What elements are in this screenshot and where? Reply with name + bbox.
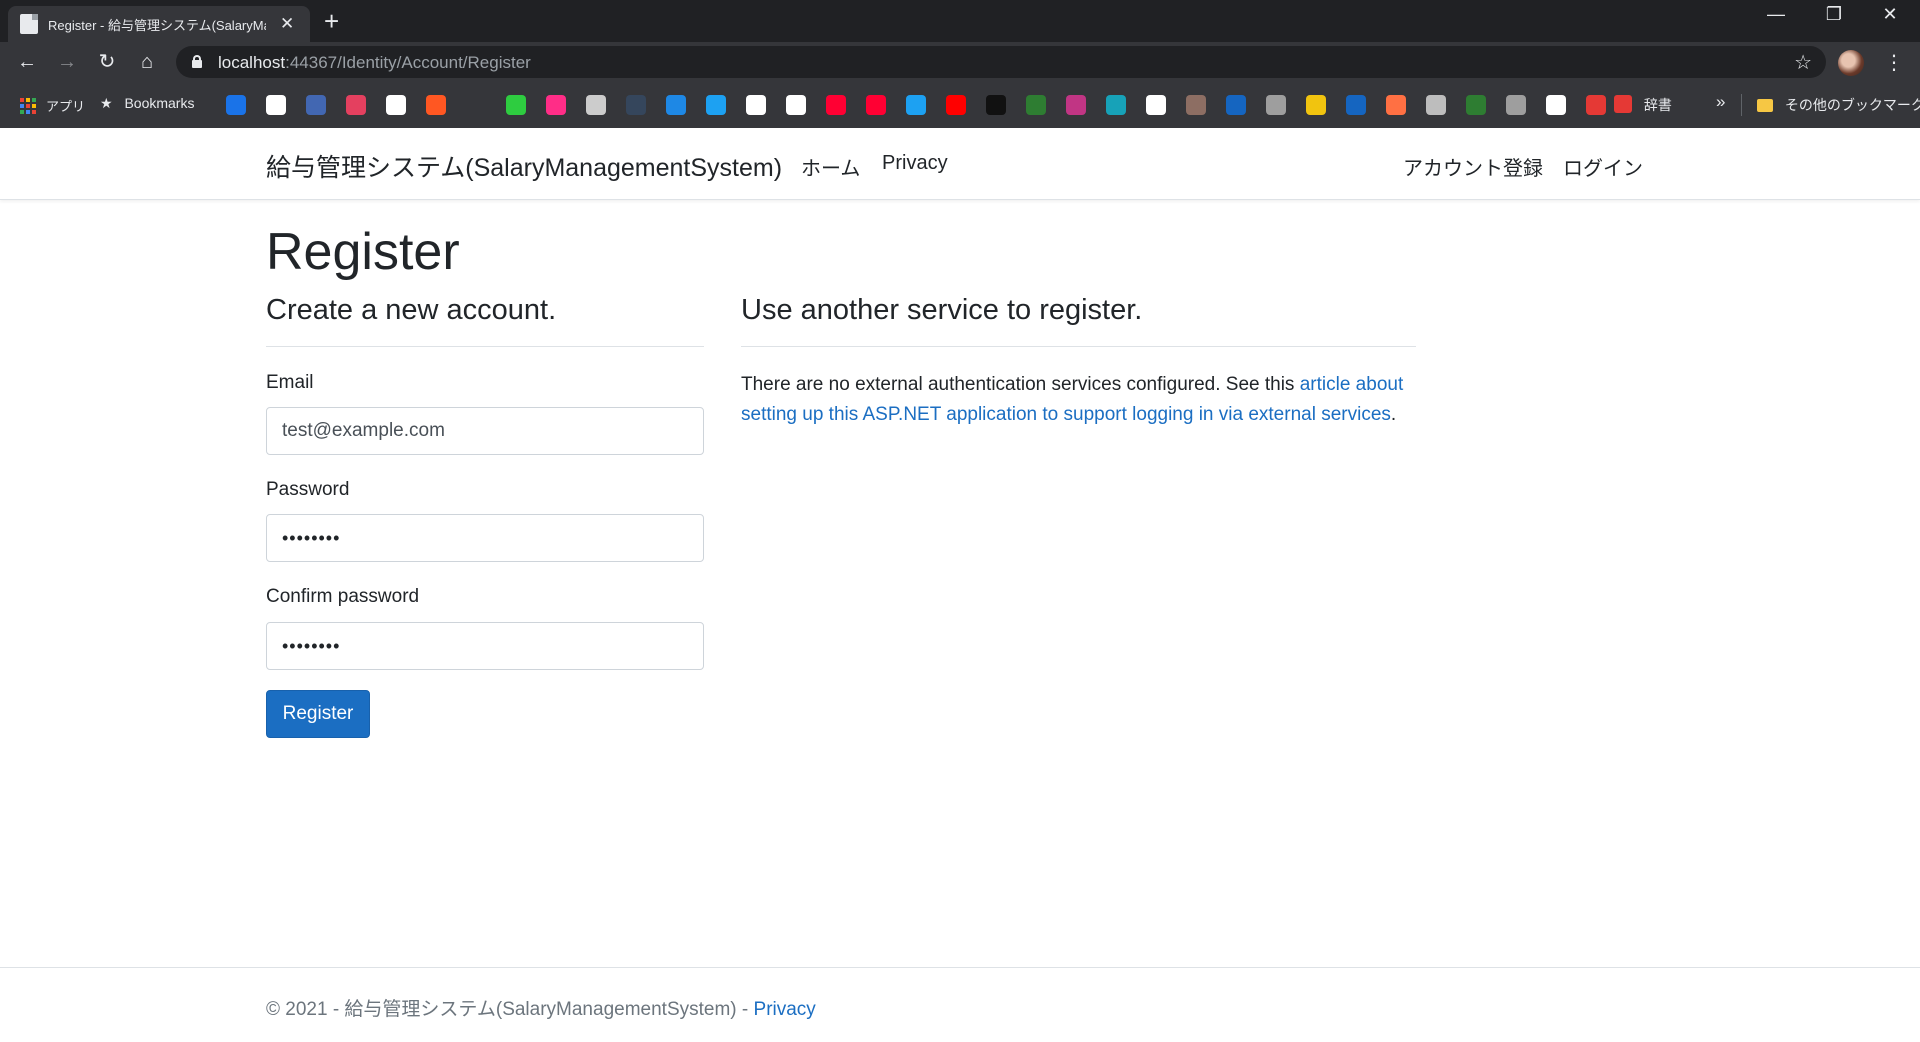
- bookmark-favicon-icon[interactable]: [586, 95, 606, 115]
- close-tab-icon[interactable]: ✕: [280, 14, 294, 34]
- page-title: Register: [266, 223, 460, 281]
- star-icon: ★: [100, 95, 113, 111]
- create-account-divider: [266, 346, 704, 347]
- bookmark-favicon-icon[interactable]: [946, 95, 966, 115]
- nav-link-login[interactable]: ログイン: [1563, 152, 1643, 181]
- email-label: Email: [266, 372, 314, 393]
- page-favicon-icon: [20, 14, 38, 34]
- bookmark-folder-label: Bookmarks: [124, 95, 195, 111]
- external-auth-text-end: .: [1390, 404, 1397, 425]
- bookmark-favicon-icon[interactable]: [1066, 95, 1086, 115]
- browser-tab-active[interactable]: Register - 給与管理システム(SalaryManagementSyst…: [8, 6, 310, 42]
- bookmark-apps[interactable]: アプリ: [20, 96, 85, 115]
- bookmark-favicon-icon[interactable]: [266, 95, 286, 115]
- footer-text: © 2021 - 給与管理システム(SalaryManagementSystem…: [266, 994, 816, 1021]
- restore-window-icon[interactable]: ❐: [1814, 4, 1854, 25]
- bookmark-favicon-icon[interactable]: [1546, 95, 1566, 115]
- bookmark-favicon-icon[interactable]: [866, 95, 886, 115]
- other-bookmarks-folder[interactable]: その他のブックマーク: [1757, 95, 1920, 115]
- bookmark-favicon-icon[interactable]: [346, 95, 366, 115]
- close-window-icon[interactable]: ✕: [1870, 4, 1910, 25]
- bookmark-dictionary[interactable]: 辞書: [1614, 95, 1672, 115]
- bookmark-favicon-icon[interactable]: [986, 95, 1006, 115]
- url-text[interactable]: localhost:44367/Identity/Account/Registe…: [218, 53, 531, 73]
- bookmark-favicon-icon[interactable]: [546, 95, 566, 115]
- bookmark-favicon-icon[interactable]: [746, 95, 766, 115]
- profile-avatar[interactable]: [1838, 50, 1864, 76]
- confirm-password-field[interactable]: ••••••••: [266, 622, 704, 670]
- bookmark-apps-label: アプリ: [46, 99, 86, 114]
- password-value: ••••••••: [282, 527, 341, 548]
- bookmark-favicon-icon[interactable]: [1026, 95, 1046, 115]
- browser-titlebar: Register - 給与管理システム(SalaryManagementSyst…: [0, 0, 1920, 42]
- bookmark-favicon-icon[interactable]: [1386, 95, 1406, 115]
- bookmark-favicon-icon[interactable]: [1106, 95, 1126, 115]
- navbar-brand[interactable]: 給与管理システム(SalaryManagementSystem): [266, 148, 782, 184]
- apps-grid-icon: [20, 97, 36, 114]
- other-bookmarks-label: その他のブックマーク: [1784, 97, 1920, 113]
- bookmark-favicon-icon[interactable]: [1346, 95, 1366, 115]
- bookmark-favicon-icon[interactable]: [306, 95, 326, 115]
- bookmark-favicon-icon[interactable]: [626, 95, 646, 115]
- minimize-window-icon[interactable]: —: [1756, 4, 1796, 25]
- bookmark-favicon-icon[interactable]: [1506, 95, 1526, 115]
- external-auth-text: There are no external authentication ser…: [741, 374, 1300, 395]
- email-value: test@example.com: [282, 420, 445, 441]
- bookmarks-overflow-button[interactable]: »: [1716, 92, 1725, 112]
- create-account-heading: Create a new account.: [266, 294, 557, 326]
- register-button[interactable]: Register: [266, 690, 370, 738]
- bookmarks-divider: [1741, 94, 1742, 116]
- external-login-heading: Use another service to register.: [741, 294, 1143, 326]
- menu-kebab-icon[interactable]: ⋮: [1884, 50, 1904, 75]
- bookmark-favicon-icon[interactable]: [906, 95, 926, 115]
- bookmarks-bar: アプリ ★ Bookmarks 辞書 » その他のブックマーク: [0, 82, 1920, 128]
- nav-link-home[interactable]: ホーム: [801, 152, 860, 181]
- nav-link-register[interactable]: アカウント登録: [1403, 152, 1543, 181]
- bookmark-favicon-icon[interactable]: [1586, 95, 1606, 115]
- nav-link-privacy[interactable]: Privacy: [882, 152, 948, 175]
- back-arrow-icon[interactable]: ←: [14, 50, 40, 74]
- bookmark-dictionary-label: 辞書: [1643, 97, 1672, 113]
- footer-copyright: © 2021 - 給与管理システム(SalaryManagementSystem…: [266, 999, 754, 1020]
- bookmark-favicon-icon[interactable]: [786, 95, 806, 115]
- home-icon[interactable]: ⌂: [134, 50, 160, 74]
- forward-arrow-icon[interactable]: →: [54, 50, 80, 74]
- bookmark-favicon-icon[interactable]: [1306, 95, 1326, 115]
- address-bar[interactable]: localhost:44367/Identity/Account/Registe…: [176, 46, 1826, 78]
- bookmark-favicon-icon[interactable]: [826, 95, 846, 115]
- bookmark-favicon-icon[interactable]: [1226, 95, 1246, 115]
- bookmark-favicon-icon[interactable]: [506, 95, 526, 115]
- bookmark-favicon-icon[interactable]: [386, 95, 406, 115]
- bookmark-favicon-icon[interactable]: [1146, 95, 1166, 115]
- bookmark-folder-bookmarks[interactable]: ★ Bookmarks: [100, 95, 194, 112]
- bookmark-star-icon[interactable]: ☆: [1794, 50, 1812, 75]
- site-navbar: 給与管理システム(SalaryManagementSystem) ホーム Pri…: [0, 128, 1920, 200]
- bookmark-favicon-icon[interactable]: [666, 95, 686, 115]
- footer-privacy-link[interactable]: Privacy: [754, 999, 816, 1020]
- external-login-divider: [741, 346, 1416, 347]
- email-field[interactable]: test@example.com: [266, 407, 704, 455]
- tab-title: Register - 給与管理システム(SalaryManagementSyst…: [48, 17, 266, 33]
- bookmark-favicon-icon[interactable]: [426, 95, 446, 115]
- bookmark-favicon-icon[interactable]: [1466, 95, 1486, 115]
- bookmark-favicon-icon[interactable]: [1426, 95, 1446, 115]
- bookmark-favicon-icon[interactable]: [226, 95, 246, 115]
- new-tab-button[interactable]: +: [324, 6, 339, 36]
- password-label: Password: [266, 479, 350, 500]
- confirm-password-value: ••••••••: [282, 635, 341, 656]
- bookmark-favicon-icon[interactable]: [1186, 95, 1206, 115]
- password-field[interactable]: ••••••••: [266, 514, 704, 562]
- site-footer: © 2021 - 給与管理システム(SalaryManagementSystem…: [0, 967, 1920, 1042]
- dictionary-icon: [1614, 95, 1632, 113]
- confirm-password-label: Confirm password: [266, 586, 420, 607]
- external-auth-message: There are no external authentication ser…: [741, 370, 1421, 430]
- browser-toolbar: ← → ↻ ⌂ localhost:44367/Identity/Account…: [0, 42, 1920, 82]
- lock-icon[interactable]: [192, 55, 202, 68]
- reload-icon[interactable]: ↻: [94, 50, 120, 74]
- bookmark-favicon-icon[interactable]: [1266, 95, 1286, 115]
- bookmark-favicon-icon[interactable]: [706, 95, 726, 115]
- folder-icon: [1757, 99, 1773, 112]
